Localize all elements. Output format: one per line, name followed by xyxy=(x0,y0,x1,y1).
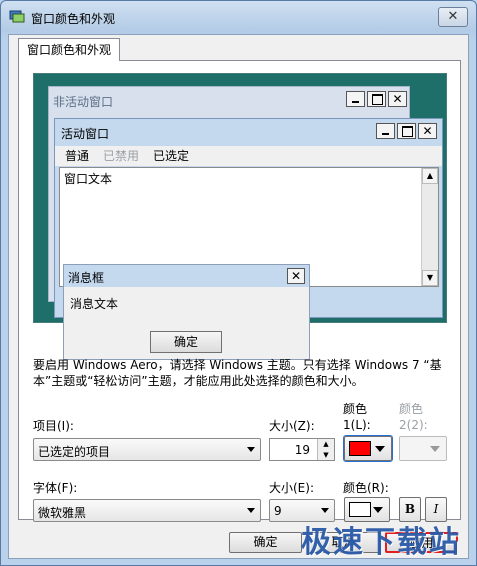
message-text: 消息文本 xyxy=(70,297,119,311)
spin-up-icon[interactable]: ▲ xyxy=(318,439,334,450)
chevron-down-icon xyxy=(373,507,383,513)
chevron-down-icon xyxy=(247,447,255,452)
size1-value: 19 xyxy=(294,443,310,457)
scroll-up-icon[interactable]: ▲ xyxy=(422,168,438,184)
color1-label: 颜色 1(L): xyxy=(343,402,371,432)
tab-window-color[interactable]: 窗口颜色和外观 xyxy=(18,38,121,61)
display-settings-icon xyxy=(9,10,25,23)
close-icon[interactable]: ✕ xyxy=(418,123,437,139)
message-box-title-bar: 消息框 ✕ xyxy=(64,265,309,287)
item-label: 项目(I): xyxy=(33,419,74,433)
color1-picker[interactable] xyxy=(343,435,393,462)
window-title: 窗口颜色和外观 xyxy=(31,12,116,26)
message-box-ok-button[interactable]: 确定 xyxy=(150,331,222,353)
active-window-title: 活动窗口 xyxy=(61,127,110,141)
site-watermark: 极速下载站 xyxy=(301,525,461,560)
preview-message-box[interactable]: 消息框 ✕ 消息文本 确定 xyxy=(63,264,310,360)
chevron-down-icon xyxy=(430,446,440,452)
dialog-window: 窗口颜色和外观 ✕ 窗口颜色和外观 非活动窗口 ✕ 活动窗口 ✕ 普通 已禁用 … xyxy=(0,0,477,566)
minimize-icon[interactable] xyxy=(346,91,365,107)
item-select-value: 已选定的项目 xyxy=(38,445,111,459)
font-select[interactable]: 微软雅黑 xyxy=(33,499,261,522)
font-select-value: 微软雅黑 xyxy=(38,506,87,520)
close-window-button[interactable]: ✕ xyxy=(438,7,468,27)
maximize-icon[interactable] xyxy=(397,123,416,139)
font-label: 字体(F): xyxy=(33,481,78,495)
menu-item-disabled[interactable]: 已禁用 xyxy=(103,146,139,166)
color1-swatch xyxy=(349,441,371,456)
ok-button[interactable]: 确定 xyxy=(229,532,302,553)
inactive-caption-buttons: ✕ xyxy=(346,91,407,107)
size2-label: 大小(E): xyxy=(269,481,314,495)
item-select[interactable]: 已选定的项目 xyxy=(33,438,261,461)
font-size-value: 9 xyxy=(274,504,282,518)
scroll-down-icon[interactable]: ▼ xyxy=(422,270,438,286)
title-bar[interactable]: 窗口颜色和外观 ✕ xyxy=(1,1,476,35)
size1-label: 大小(Z): xyxy=(269,419,315,433)
chevron-down-icon xyxy=(321,508,329,513)
active-caption-buttons: ✕ xyxy=(376,123,437,139)
appearance-preview: 非活动窗口 ✕ 活动窗口 ✕ 普通 已禁用 已选定 窗口文本 ▲ ▼ 消息框 ✕… xyxy=(33,73,447,360)
font-color-label: 颜色(R): xyxy=(343,481,389,495)
preview-menu-bar: 普通 已禁用 已选定 xyxy=(55,146,442,166)
aero-description: 要启用 Windows Aero，请选择 Windows 主题。只有选择 Win… xyxy=(33,358,442,388)
size1-spin-buttons[interactable]: ▲ ▼ xyxy=(317,439,334,460)
close-icon[interactable]: ✕ xyxy=(388,91,407,107)
message-box-title: 消息框 xyxy=(68,271,105,285)
minimize-icon[interactable] xyxy=(376,123,395,139)
color2-picker[interactable] xyxy=(399,436,447,461)
spin-down-icon[interactable]: ▼ xyxy=(318,450,334,461)
close-icon[interactable]: ✕ xyxy=(287,268,305,284)
window-text: 窗口文本 xyxy=(64,172,113,186)
preview-scrollbar[interactable]: ▲ ▼ xyxy=(421,168,438,286)
chevron-down-icon xyxy=(375,446,385,452)
font-color-swatch xyxy=(349,502,371,517)
size1-stepper[interactable]: 19 ▲ ▼ xyxy=(269,438,335,461)
tab-panel: 非活动窗口 ✕ 活动窗口 ✕ 普通 已禁用 已选定 窗口文本 ▲ ▼ 消息框 ✕… xyxy=(18,60,461,522)
menu-item-normal[interactable]: 普通 xyxy=(65,146,89,166)
inactive-window-title: 非活动窗口 xyxy=(53,95,114,109)
color2-label: 颜色 2(2): xyxy=(399,402,428,432)
menu-item-selected[interactable]: 已选定 xyxy=(153,146,189,166)
chevron-down-icon xyxy=(247,508,255,513)
dialog-body: 窗口颜色和外观 非活动窗口 ✕ 活动窗口 ✕ 普通 已禁用 已选定 窗口文本 ▲… xyxy=(8,34,469,559)
maximize-icon[interactable] xyxy=(367,91,386,107)
